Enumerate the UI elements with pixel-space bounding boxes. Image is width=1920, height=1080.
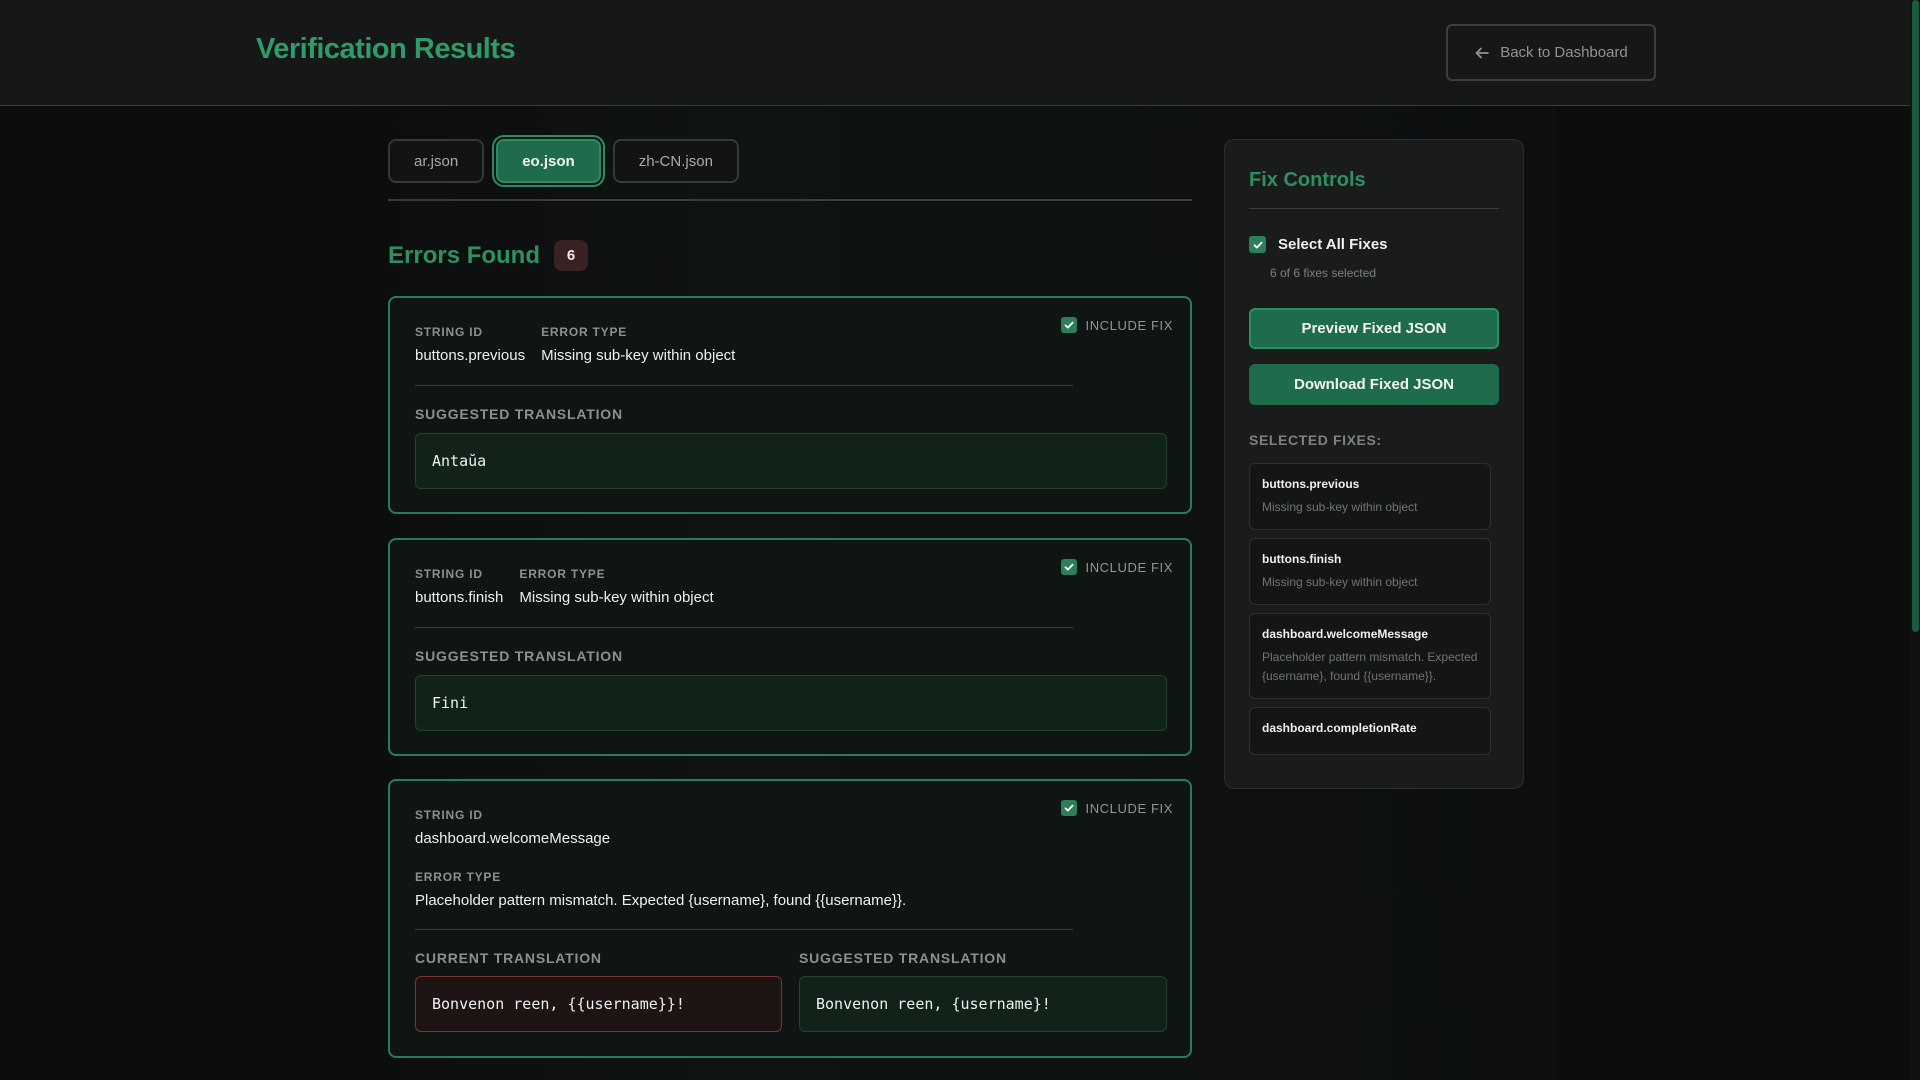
error-card: INCLUDE FIX STRING ID buttons.previous E…: [388, 296, 1192, 514]
fix-key: dashboard.welcomeMessage: [1262, 627, 1429, 641]
select-all-toggle[interactable]: Select All Fixes: [1249, 236, 1388, 253]
select-all-label: Select All Fixes: [1278, 236, 1388, 253]
list-item: dashboard.completionRate: [1249, 707, 1491, 755]
error-type-label: ERROR TYPE: [541, 325, 628, 339]
fix-controls-panel: Fix Controls Select All Fixes 6 of 6 fix…: [1224, 139, 1524, 789]
select-all-checkbox[interactable]: [1249, 236, 1266, 253]
selected-count: 6 of 6 fixes selected: [1270, 266, 1377, 280]
string-id-label: STRING ID: [415, 567, 483, 581]
suggested-translation-field[interactable]: Bonvenon reen, {username}!: [799, 976, 1167, 1032]
card-divider: [415, 385, 1073, 386]
fix-desc: Missing sub-key within object: [1262, 500, 1418, 514]
selected-fixes-list[interactable]: buttons.previous Missing sub-key within …: [1249, 463, 1511, 763]
page-scrollbar-thumb[interactable]: [1912, 0, 1919, 632]
fix-desc: Placeholder pattern mismatch. Expected {…: [1262, 650, 1478, 683]
suggested-translation-label: SUGGESTED TRANSLATION: [415, 406, 623, 422]
suggested-translation-field[interactable]: Fini: [415, 675, 1167, 731]
errors-title: Errors Found: [388, 241, 541, 269]
checkmark-icon: [1253, 241, 1262, 248]
checkmark-icon: [1065, 563, 1074, 571]
arrow-left-icon: [1475, 47, 1490, 58]
file-tabs: ar.json eo.json zh-CN.json: [388, 139, 739, 183]
string-id-label: STRING ID: [415, 808, 483, 822]
error-type-block: ERROR TYPE Placeholder pattern mismatch.…: [415, 870, 906, 909]
checkmark-icon: [1065, 804, 1074, 812]
tab-zh-cn-json[interactable]: zh-CN.json: [612, 139, 739, 183]
tabs-divider: [388, 199, 1192, 201]
error-type-label: ERROR TYPE: [519, 567, 606, 581]
list-item: buttons.finish Missing sub-key within ob…: [1249, 538, 1491, 605]
include-fix-checkbox[interactable]: [1061, 559, 1078, 575]
include-fix-toggle[interactable]: INCLUDE FIX: [1061, 800, 1173, 816]
page-title: Verification Results: [256, 33, 516, 65]
string-id-value: buttons.previous: [415, 347, 526, 364]
back-to-dashboard-button[interactable]: Back to Dashboard: [1446, 24, 1656, 81]
suggested-translation-field[interactable]: Antaŭa: [415, 433, 1167, 489]
include-fix-label: INCLUDE FIX: [1085, 800, 1173, 816]
string-id-value: buttons.finish: [415, 589, 504, 606]
string-id-label: STRING ID: [415, 325, 483, 339]
top-header: Verification Results Back to Dashboard: [0, 0, 1910, 106]
string-id-value: dashboard.welcomeMessage: [415, 830, 611, 847]
fix-desc: Missing sub-key within object: [1262, 575, 1418, 589]
string-id-block: STRING ID dashboard.welcomeMessage: [415, 808, 610, 847]
errors-header: Errors Found 6: [388, 240, 589, 271]
panel-divider: [1249, 208, 1499, 209]
fix-key: buttons.previous: [1262, 477, 1360, 491]
error-meta: STRING ID buttons.previous ERROR TYPE Mi…: [415, 325, 735, 364]
card-divider: [415, 929, 1073, 930]
include-fix-checkbox[interactable]: [1061, 800, 1078, 816]
tab-ar-json[interactable]: ar.json: [388, 139, 485, 183]
include-fix-label: INCLUDE FIX: [1085, 317, 1173, 333]
include-fix-label: INCLUDE FIX: [1085, 559, 1173, 575]
error-type-value: Missing sub-key within object: [541, 347, 736, 364]
include-fix-toggle[interactable]: INCLUDE FIX: [1061, 317, 1173, 333]
list-item: dashboard.welcomeMessage Placeholder pat…: [1249, 613, 1491, 699]
current-translation-field[interactable]: Bonvenon reen, {{username}}!: [415, 976, 782, 1032]
back-button-label: Back to Dashboard: [1500, 44, 1628, 61]
card-divider: [415, 627, 1073, 628]
current-translation-label: CURRENT TRANSLATION: [415, 950, 602, 966]
suggested-translation-label: SUGGESTED TRANSLATION: [799, 950, 1007, 966]
include-fix-toggle[interactable]: INCLUDE FIX: [1061, 559, 1173, 575]
error-count-badge: 6: [554, 240, 589, 271]
error-card: INCLUDE FIX STRING ID dashboard.welcomeM…: [388, 779, 1192, 1058]
download-fixed-json-button[interactable]: Download Fixed JSON: [1249, 364, 1499, 405]
suggested-translation-label: SUGGESTED TRANSLATION: [415, 648, 623, 664]
include-fix-checkbox[interactable]: [1061, 317, 1078, 333]
tab-eo-json[interactable]: eo.json: [496, 139, 601, 183]
fix-key: buttons.finish: [1262, 552, 1342, 566]
preview-fixed-json-button[interactable]: Preview Fixed JSON: [1249, 308, 1499, 349]
checkmark-icon: [1065, 321, 1074, 329]
selected-fixes-label: SELECTED FIXES:: [1249, 432, 1382, 448]
error-card: INCLUDE FIX STRING ID buttons.finish ERR…: [388, 538, 1192, 756]
list-item: buttons.previous Missing sub-key within …: [1249, 463, 1491, 530]
panel-title: Fix Controls: [1249, 169, 1366, 191]
fix-key: dashboard.completionRate: [1262, 721, 1417, 735]
error-meta: STRING ID buttons.finish ERROR TYPE Miss…: [415, 567, 714, 606]
error-type-value: Missing sub-key within object: [519, 589, 714, 606]
error-type-label: ERROR TYPE: [415, 870, 502, 884]
error-type-value: Placeholder pattern mismatch. Expected {…: [415, 892, 907, 909]
